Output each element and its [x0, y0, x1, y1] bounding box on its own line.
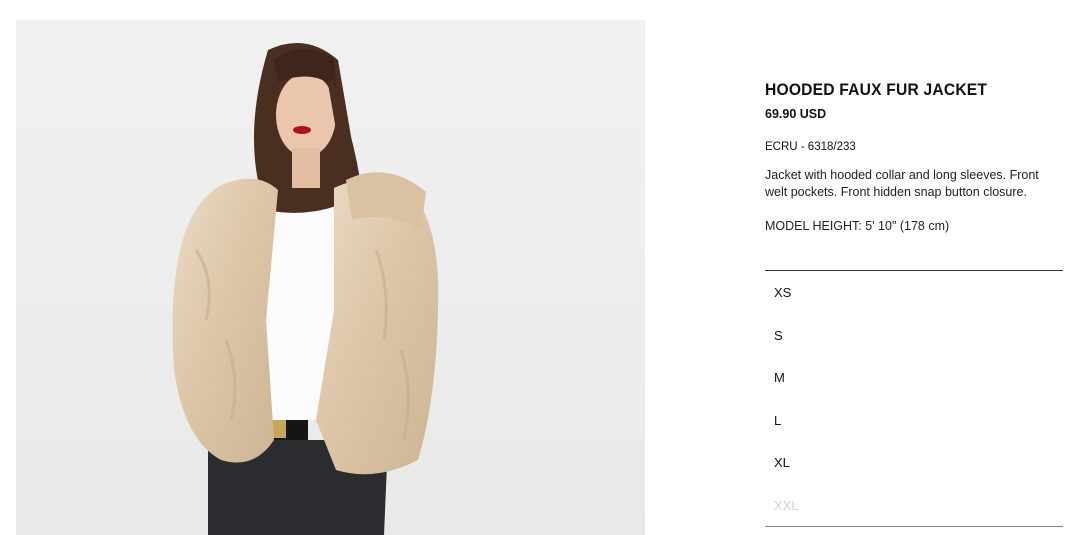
- size-option-xs[interactable]: XS: [765, 272, 1063, 315]
- size-selector: XS S M L XL XXL: [765, 272, 1063, 528]
- model-photo-illustration: [16, 20, 645, 535]
- size-list-top-divider: [765, 270, 1063, 271]
- size-list-bottom-divider: [765, 526, 1063, 527]
- size-option-xxl: XXL: [774, 497, 799, 513]
- size-option-s[interactable]: S: [765, 315, 1063, 358]
- size-option-xl[interactable]: XL: [765, 442, 1063, 485]
- product-price: 69.90 USD: [765, 107, 827, 121]
- size-option-l[interactable]: L: [765, 400, 1063, 443]
- size-option-m[interactable]: M: [765, 357, 1063, 400]
- product-page: HOODED FAUX FUR JACKET 69.90 USD ECRU - …: [0, 0, 1080, 535]
- model-height: MODEL HEIGHT: 5' 10" (178 cm): [765, 219, 950, 233]
- product-title: HOODED FAUX FUR JACKET: [765, 80, 988, 99]
- product-reference: ECRU - 6318/233: [765, 141, 856, 153]
- product-description: Jacket with hooded collar and long sleev…: [765, 168, 1039, 199]
- product-info: HOODED FAUX FUR JACKET 69.90 USD ECRU - …: [765, 80, 1063, 234]
- product-image[interactable]: [16, 20, 645, 535]
